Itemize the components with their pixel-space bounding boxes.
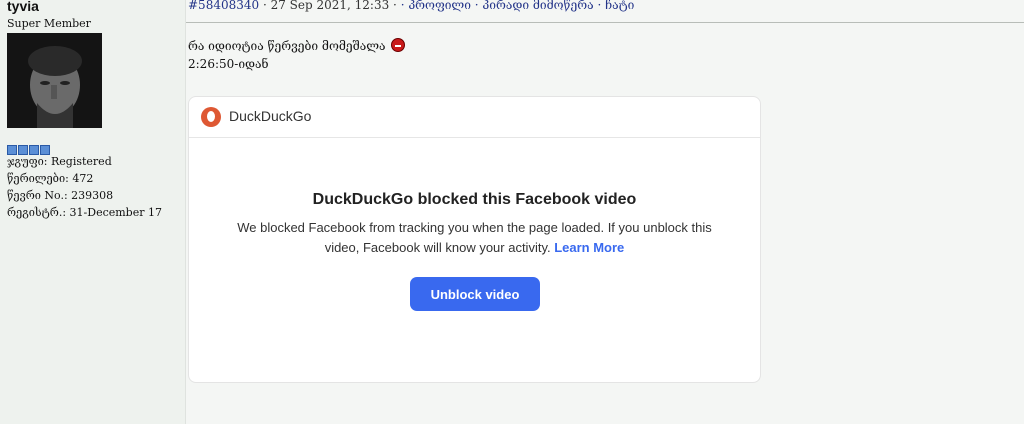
rank-star-icon (18, 145, 28, 155)
blocked-video-card: DuckDuckGo DuckDuckGo blocked this Faceb… (188, 96, 761, 383)
user-group: ჯგუფი: Registered (7, 155, 112, 168)
user-member-no: წევრი No.: 239308 (7, 189, 114, 202)
rank-star-icon (7, 145, 17, 155)
unblock-video-button[interactable]: Unblock video (410, 277, 540, 311)
user-panel: tyvia Super Member ჯგუფი: Registered წერ… (0, 0, 186, 424)
chat-link[interactable]: · ჩატი (594, 0, 634, 12)
user-registered: რეგისტრ.: 31-December 17 (7, 206, 162, 219)
private-message-link[interactable]: · პირადი მიმოწერა (471, 0, 594, 12)
card-header: DuckDuckGo (189, 97, 760, 138)
rank-stars (7, 145, 50, 155)
post-date: · 27 Sep 2021, 12:33 · (259, 0, 401, 12)
rank-star-icon (40, 145, 50, 155)
post-content: #58408340 · 27 Sep 2021, 12:33 · · პროფი… (186, 0, 1024, 424)
message-line: რა იდიოტია წერვები მომეშალა (188, 38, 406, 53)
rank-star-icon (29, 145, 39, 155)
learn-more-link[interactable]: Learn More (554, 240, 624, 255)
username[interactable]: tyvia (7, 0, 39, 14)
profile-link[interactable]: · პროფილი (401, 0, 471, 12)
duckduckgo-logo-icon (201, 107, 221, 127)
card-description: We blocked Facebook from tracking you wh… (219, 218, 730, 258)
message-text: რა იდიოტია წერვები მომეშალა (188, 39, 386, 53)
card-brand: DuckDuckGo (229, 108, 312, 124)
avatar (7, 33, 102, 128)
user-posts: წერილები: 472 (7, 172, 94, 185)
card-body-text: We blocked Facebook from tracking you wh… (237, 220, 712, 255)
user-rank: Super Member (7, 17, 91, 30)
post-header: #58408340 · 27 Sep 2021, 12:33 · · პროფი… (188, 0, 634, 12)
message-timestamp: 2:26:50-იდან (188, 57, 269, 71)
header-divider (186, 22, 1024, 23)
post-id-link[interactable]: #58408340 (188, 0, 259, 12)
card-title: DuckDuckGo blocked this Facebook video (312, 191, 637, 208)
angry-emoji-icon (391, 38, 406, 52)
